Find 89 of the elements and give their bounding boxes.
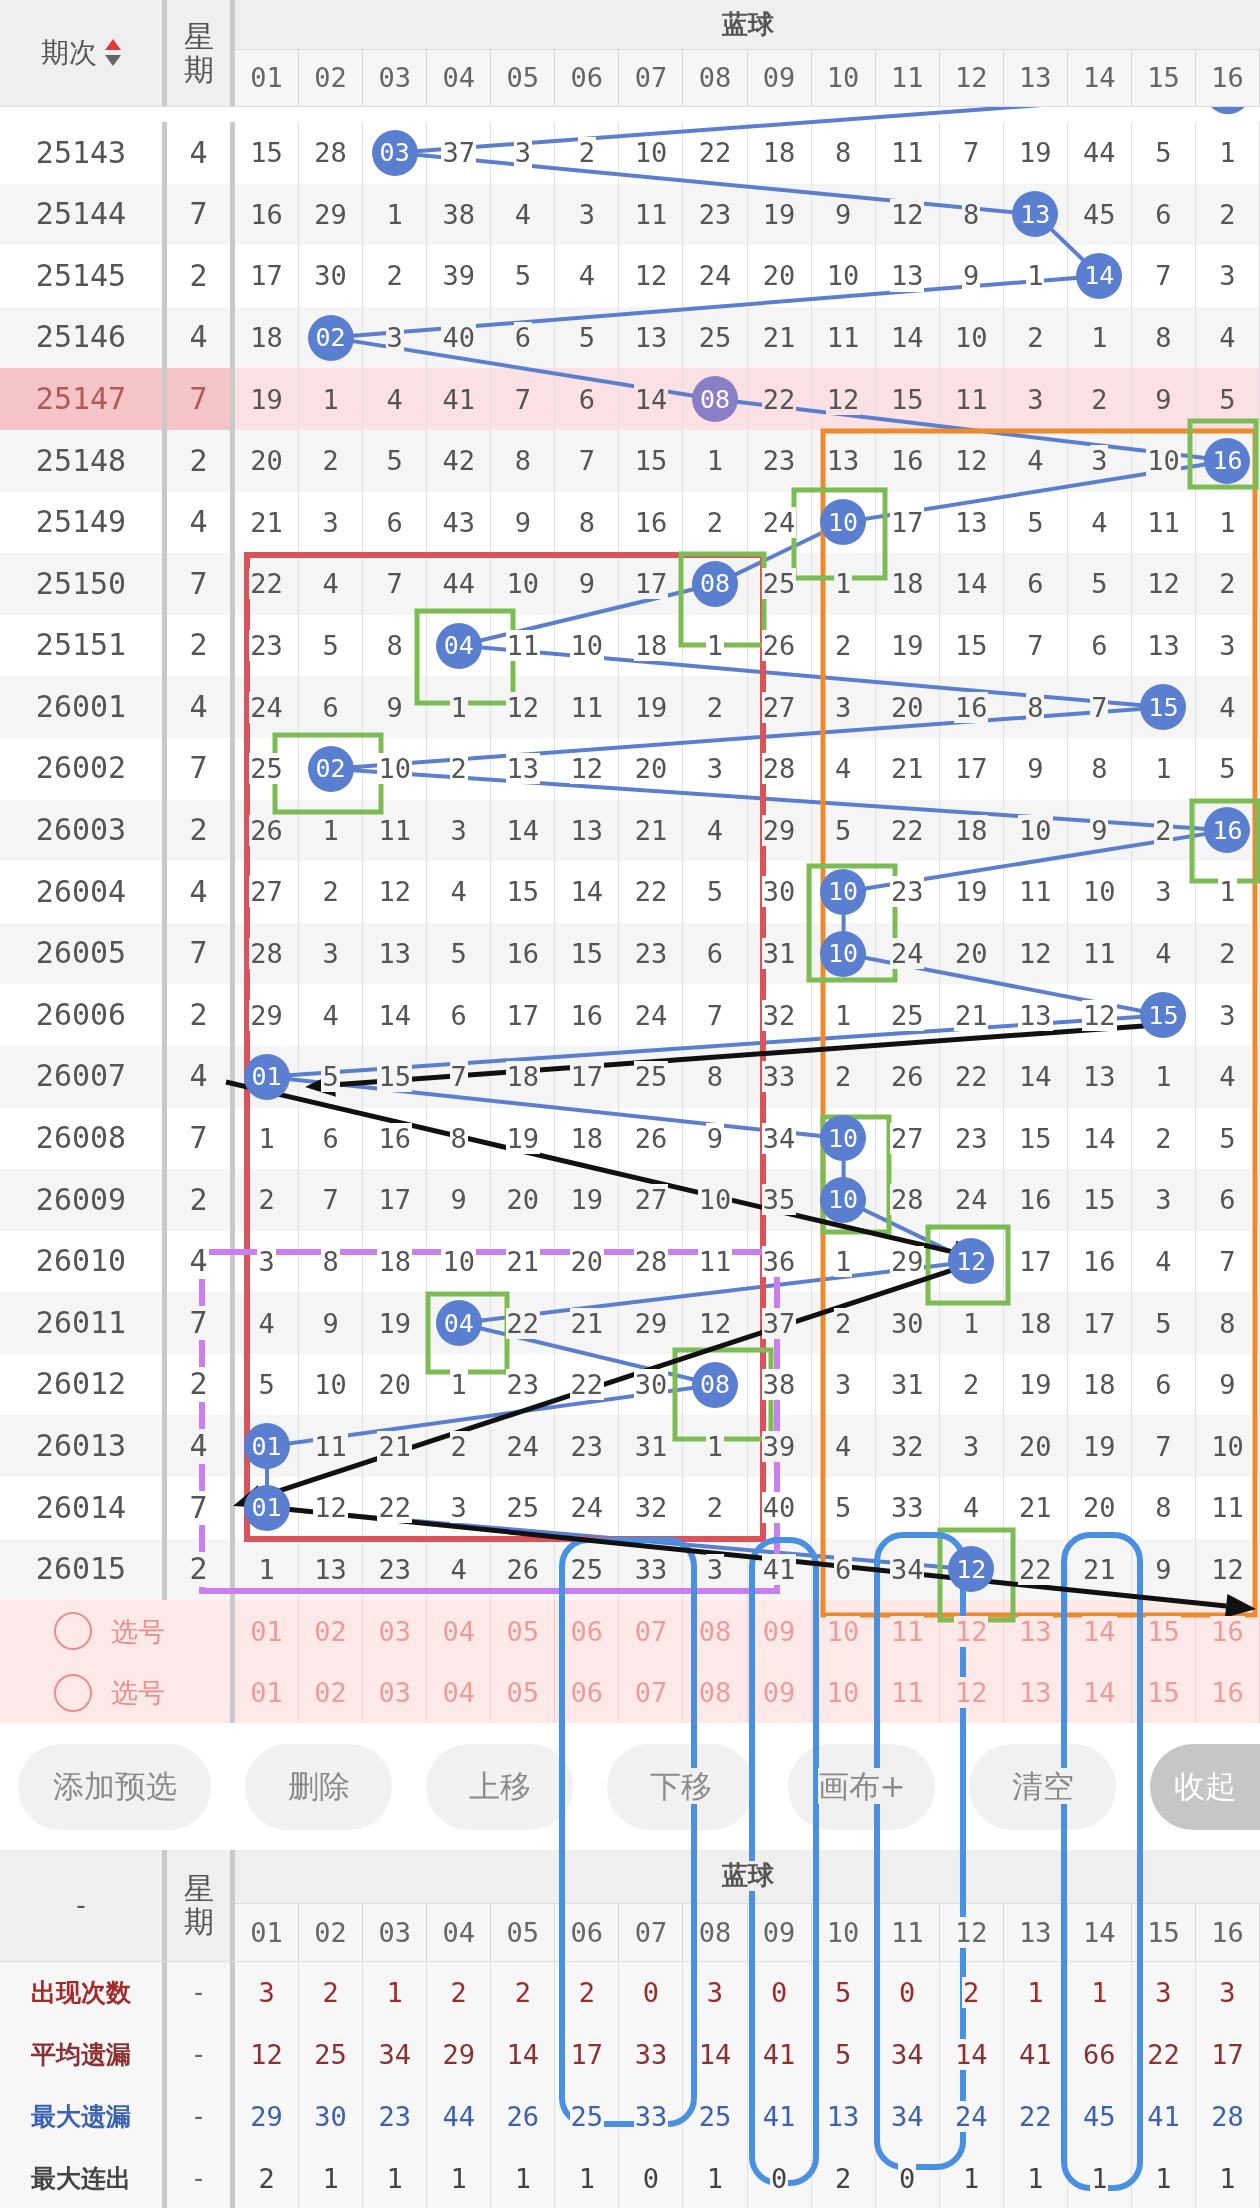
table-cell: 35 — [761, 1184, 797, 1216]
table-cell: 34 — [761, 1122, 797, 1154]
number-ball: 01 — [243, 1484, 290, 1531]
table-cell: 10 — [1146, 445, 1181, 477]
number-ball: 16 — [1204, 807, 1251, 854]
table-cell: 30 — [761, 876, 797, 908]
number-ball: 15 — [1140, 684, 1187, 731]
stat-label: 最大遗漏 — [30, 2102, 132, 2132]
collapse-button[interactable]: 收起 — [1150, 1743, 1260, 1830]
action-button[interactable]: 画布+ — [788, 1743, 935, 1830]
number-ball: 01 — [243, 1423, 290, 1470]
number-ball: 12 — [948, 1238, 995, 1285]
number-ball: 08 — [691, 1361, 738, 1408]
table-cell: 25 — [249, 753, 284, 785]
table-cell: 22 — [249, 568, 284, 600]
action-button[interactable]: 上移 — [426, 1743, 573, 1830]
table-cell: 22 — [505, 1307, 541, 1339]
column-header: 星期 — [182, 20, 215, 86]
table-cell: 38 — [761, 1369, 797, 1401]
table-cell: 3 — [513, 137, 532, 169]
table-cell: 11 — [505, 630, 541, 662]
weekday-cell: 7 — [188, 1490, 209, 1526]
number-ball: 12 — [948, 1546, 995, 1593]
number-ball: 04 — [435, 1300, 482, 1347]
number-ball: 01 — [243, 1053, 290, 1100]
table-cell: 27 — [249, 876, 284, 908]
table-cell: 41 — [761, 1553, 797, 1585]
table-cell: 30 — [633, 1369, 669, 1401]
table-cell: 10 — [377, 753, 412, 785]
table-cell: 28 — [889, 1184, 925, 1216]
annotation-square — [1187, 418, 1259, 490]
table-cell: 36 — [761, 1245, 797, 1277]
table-cell: 26 — [249, 814, 284, 846]
table-cell: 37 — [761, 1307, 797, 1339]
number-ball: 10 — [820, 930, 867, 977]
table-cell: 39 — [761, 1430, 797, 1462]
table-cell: 23 — [889, 876, 925, 908]
stat-label: 出现次数 — [30, 1978, 132, 2008]
number-ball: 02 — [307, 314, 354, 361]
table-cell: 29 — [249, 999, 284, 1031]
table-cell: 28 — [761, 753, 797, 785]
table-cell: 29 — [889, 1245, 925, 1277]
number-ball: 14 — [1076, 253, 1123, 299]
number-ball: 08 — [691, 376, 738, 423]
table-cell: 24 — [889, 938, 925, 970]
column-header: 星期 — [182, 1872, 215, 1939]
table-cell: 24 — [761, 506, 797, 538]
number-ball: 10 — [820, 1176, 867, 1223]
column-header: 期次 — [40, 36, 98, 70]
radio-button[interactable] — [54, 1673, 92, 1712]
weekday-cell: 4 — [188, 1429, 209, 1464]
action-button[interactable]: 清空 — [969, 1743, 1116, 1830]
table-cell: 26 — [761, 630, 797, 662]
table-cell: 15 — [377, 1061, 412, 1093]
table-cell: 8 — [1026, 691, 1045, 723]
number-ball: 10 — [820, 868, 867, 915]
group-header: 蓝球 — [720, 9, 775, 40]
table-cell: 23 — [249, 630, 284, 662]
pick-label: 选号 — [110, 1615, 166, 1647]
table-cell: 25 — [761, 568, 797, 600]
table-cell: 21 — [377, 1430, 412, 1462]
action-button[interactable]: 删除 — [245, 1743, 392, 1830]
action-button[interactable]: 添加预选 — [18, 1743, 211, 1830]
table-cell: 13 — [505, 753, 541, 785]
number-ball: 13 — [1012, 191, 1059, 238]
pick-number[interactable]: 12 — [953, 1615, 989, 1647]
table-cell: 27 — [761, 691, 797, 723]
number-ball: 02 — [307, 745, 354, 792]
table-cell: 24 — [249, 691, 284, 723]
group-header: 蓝球 — [720, 1861, 775, 1892]
number-ball: 08 — [691, 560, 738, 607]
number-ball: 15 — [1140, 992, 1187, 1039]
radio-button[interactable] — [54, 1612, 92, 1651]
number-ball: 10 — [820, 1115, 867, 1162]
table-cell: 29 — [761, 814, 797, 846]
table-cell: 27 — [889, 1122, 925, 1154]
pick-label: 选号 — [110, 1677, 166, 1709]
table-cell: 31 — [761, 938, 797, 970]
number-ball: 04 — [435, 622, 482, 669]
weekday-cell: 7 — [188, 1305, 209, 1341]
number-ball: 03 — [371, 129, 418, 176]
table-cell: 28 — [249, 938, 284, 970]
number-ball: 16 — [1204, 437, 1251, 484]
stat-label: 平均遗漏 — [30, 2040, 132, 2070]
table-cell: 16 — [953, 691, 989, 723]
table-cell: 33 — [761, 1061, 797, 1093]
number-ball: 10 — [820, 499, 867, 546]
table-cell: 12 — [1082, 999, 1117, 1031]
table-cell: 40 — [761, 1492, 797, 1524]
